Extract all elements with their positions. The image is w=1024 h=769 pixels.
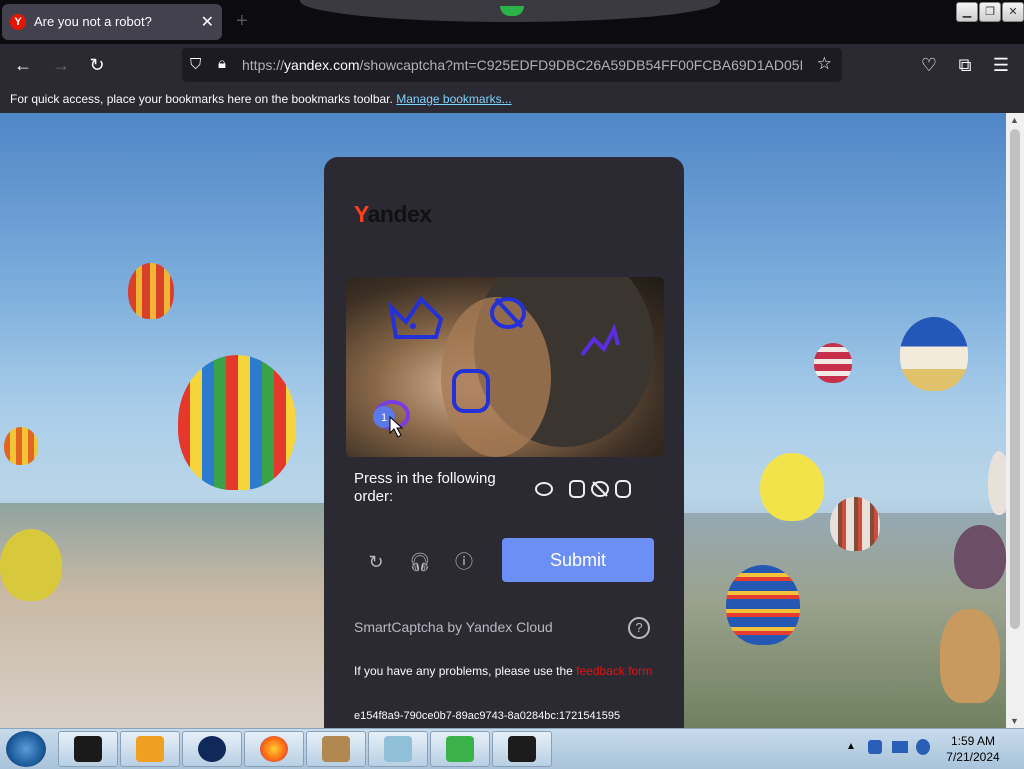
- captcha-instruction: Press in the following order:: [354, 470, 496, 505]
- captcha-card: Yandex 1 Press in the following order: ↻…: [324, 157, 684, 728]
- balloon-image: [0, 529, 62, 601]
- bookmark-star-icon[interactable]: ☆: [817, 54, 832, 74]
- tab-active[interactable]: Y Are you not a robot? ✕: [2, 4, 222, 40]
- help-icon[interactable]: ?: [628, 617, 650, 639]
- balloon-image: [988, 451, 1006, 515]
- scrollbar-thumb[interactable]: [1010, 129, 1020, 629]
- url-bar[interactable]: ⛉ 🔒︎ https://yandex.com/showcaptcha?mt=C…: [182, 48, 842, 82]
- taskbar-app[interactable]: [306, 731, 366, 767]
- firefox-icon: [260, 736, 288, 762]
- rl-app-icon: [508, 736, 536, 762]
- balloon-image: [814, 343, 852, 383]
- sequence-rounded-icon: [615, 480, 631, 498]
- taskbar-app[interactable]: [182, 731, 242, 767]
- close-window-button[interactable]: ✕: [1002, 2, 1024, 22]
- taskbar-app[interactable]: [368, 731, 428, 767]
- url-text[interactable]: https://yandex.com/showcaptcha?mt=C925ED…: [242, 57, 802, 73]
- hamster-app-icon: [322, 736, 350, 762]
- maximize-button[interactable]: ❐: [979, 2, 1001, 22]
- problem-text: If you have any problems, please use the: [354, 664, 573, 678]
- crown-symbol[interactable]: [388, 295, 444, 339]
- extensions-icon[interactable]: ⧉: [954, 54, 976, 76]
- manage-bookmarks-link[interactable]: Manage bookmarks...: [396, 92, 511, 106]
- balloon-image: [954, 525, 1006, 589]
- tray-volume-icon[interactable]: [916, 739, 930, 755]
- captcha-token: e154f8a9-790ce0b7-89ac9743-8a0284bc:1721…: [354, 710, 621, 722]
- balloon-image: [4, 427, 38, 465]
- media-player-icon: [136, 736, 164, 762]
- yandex-favicon-icon: Y: [10, 14, 26, 30]
- taskbar-clock[interactable]: 1:59 AM 7/21/2024: [940, 733, 1006, 765]
- window-app-icon: [384, 736, 412, 762]
- balloon-image: [128, 263, 174, 319]
- clock-date: 7/21/2024: [946, 750, 1000, 764]
- taskbar-app[interactable]: [244, 731, 304, 767]
- navigation-toolbar: ← → ↻ ⛉ 🔒︎ https://yandex.com/showcaptch…: [0, 44, 1024, 86]
- reload-icon[interactable]: ↻: [86, 54, 108, 76]
- order-sequence-icons: [535, 480, 631, 498]
- mouse-cursor-icon: [389, 415, 404, 438]
- clock-time: 1:59 AM: [950, 734, 996, 748]
- taskbar-app[interactable]: [120, 731, 180, 767]
- new-tab-button[interactable]: +: [236, 10, 248, 33]
- taskbar-app[interactable]: [430, 731, 490, 767]
- balloon-image: [726, 565, 800, 645]
- captcha-symbols[interactable]: 1: [346, 277, 664, 457]
- shield-icon[interactable]: ⛉: [190, 56, 201, 73]
- refresh-icon[interactable]: ↻: [364, 550, 388, 574]
- sequence-square-icon: [569, 480, 585, 498]
- pocket-icon[interactable]: ♡: [918, 54, 940, 76]
- start-button[interactable]: [6, 731, 46, 767]
- click-marker-number: 1: [381, 412, 387, 424]
- scroll-down-icon[interactable]: ▼: [1010, 716, 1019, 726]
- sequence-ellipse-icon: [535, 482, 553, 496]
- bookmarks-toolbar: For quick access, place your bookmarks h…: [0, 86, 1024, 113]
- submit-button[interactable]: Submit: [502, 538, 654, 582]
- feedback-link[interactable]: feedback form: [576, 664, 652, 678]
- balloon-image: [900, 317, 968, 391]
- captcha-image[interactable]: 1: [346, 277, 664, 457]
- audio-headphones-icon[interactable]: 🎧︎: [408, 550, 432, 574]
- tray-network-icon[interactable]: [892, 741, 908, 753]
- taskbar-app[interactable]: [492, 731, 552, 767]
- globe-icon: [198, 736, 226, 762]
- info-icon[interactable]: ⓘ: [452, 550, 476, 574]
- green-app-icon: [446, 736, 474, 762]
- taskbar: ▲ 1:59 AM 7/21/2024: [0, 728, 1024, 769]
- bookmarks-hint: For quick access, place your bookmarks h…: [10, 92, 393, 106]
- smartcaptcha-brand: SmartCaptcha by Yandex Cloud: [354, 619, 553, 635]
- tab-close-icon[interactable]: ✕: [201, 12, 214, 32]
- page-background: Yandex 1 Press in the following order: ↻…: [0, 113, 1006, 728]
- tray-app-icon[interactable]: [868, 740, 882, 754]
- tray-expand-icon[interactable]: ▲: [846, 741, 856, 752]
- balloon-image: [830, 497, 880, 551]
- yandex-logo: Yandex: [354, 201, 432, 227]
- tab-strip: Y Are you not a robot? ✕ + ▁ ❐ ✕: [0, 0, 1024, 44]
- minimize-button[interactable]: ▁: [956, 2, 978, 22]
- balloon-image: [178, 355, 296, 490]
- problem-notice: If you have any problems, please use the…: [354, 663, 654, 679]
- hamster-image: [940, 609, 1000, 703]
- lock-icon[interactable]: 🔒︎: [218, 55, 226, 72]
- balloon-image: [760, 453, 824, 521]
- menu-icon[interactable]: ☰: [990, 54, 1012, 76]
- scroll-up-icon[interactable]: ▲: [1010, 115, 1019, 125]
- forward-arrow-icon[interactable]: →: [50, 54, 72, 76]
- back-arrow-icon[interactable]: ←: [12, 54, 34, 76]
- app-box-icon: [74, 736, 102, 762]
- tab-title: Are you not a robot?: [34, 14, 152, 29]
- page-scrollbar[interactable]: ▲ ▼: [1006, 113, 1024, 728]
- crown-dot: [410, 323, 416, 329]
- taskbar-app[interactable]: [58, 731, 118, 767]
